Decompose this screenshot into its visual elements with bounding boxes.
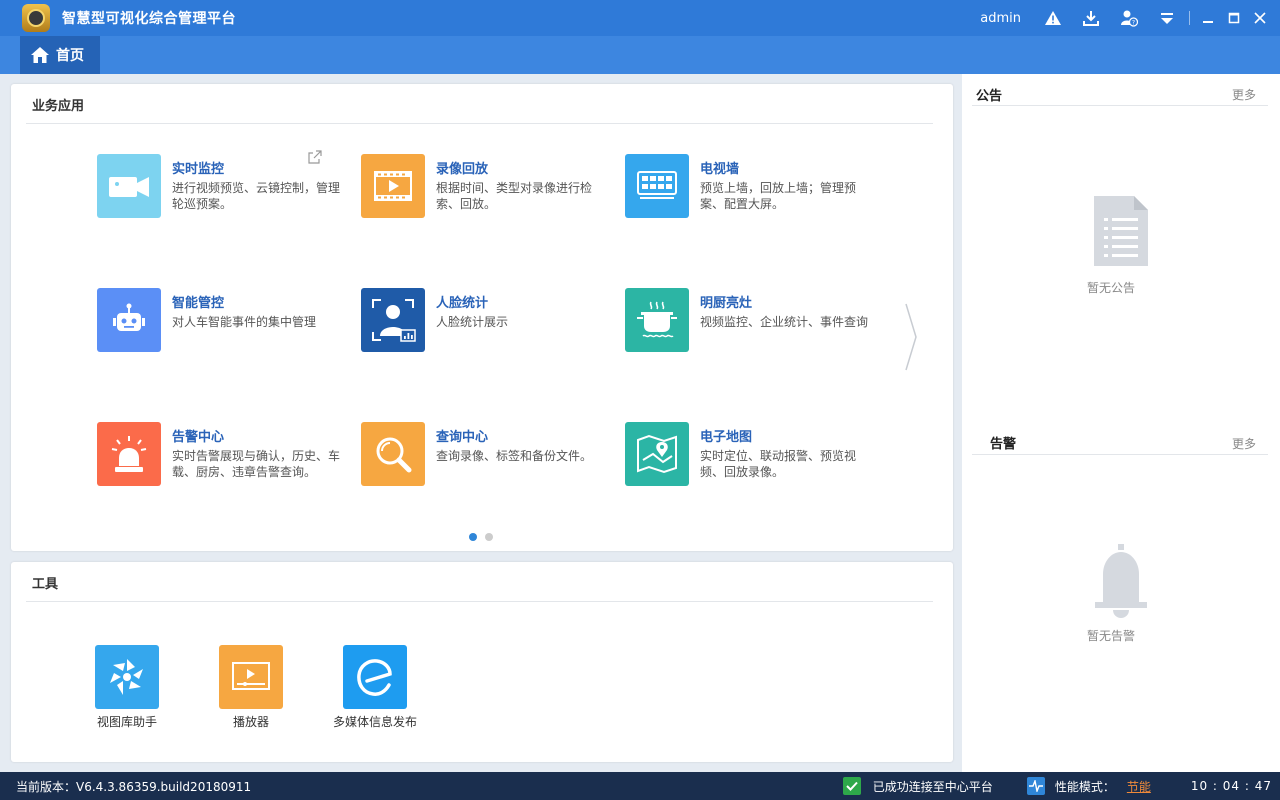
user-help-icon[interactable]: ? — [1119, 8, 1139, 28]
notice-empty-text: 暂无公告 — [1086, 281, 1135, 295]
app-desc: 根据时间、类型对录像进行检索、回放。 — [436, 181, 593, 211]
app-alarm-center[interactable]: 告警中心 实时告警展现与确认，历史、车载、厨房、违章告警查询。 — [97, 422, 347, 512]
external-link-icon[interactable] — [307, 149, 323, 165]
alarm-empty-text: 暂无告警 — [1086, 629, 1135, 643]
app-tv-wall[interactable]: 电视墙 预览上墙，回放上墙；管理预案、配置大屏。 — [625, 154, 875, 244]
tool-label: 视图库助手 — [96, 715, 157, 729]
magnifier-icon — [361, 422, 425, 486]
performance-icon — [1026, 777, 1045, 795]
home-icon — [31, 47, 49, 63]
app-desc: 进行视频预览、云镜控制，管理轮巡预案。 — [172, 181, 341, 211]
side-panel: 公告 更多 暂无公告 告警 更多 暂无告警 — [962, 74, 1280, 772]
app-desc: 实时定位、联动报警、预览视频、回放录像。 — [700, 449, 857, 479]
minimize-icon[interactable] — [1198, 8, 1218, 28]
alarm-light-icon — [97, 422, 161, 486]
tab-home[interactable]: 首页 — [20, 36, 100, 74]
app-name: 明厨亮灶 — [700, 296, 753, 311]
camera-icon — [97, 154, 161, 218]
perf-mode-link[interactable]: 节能 — [1127, 778, 1151, 795]
status-bar: 当前版本：V6.4.3.86359.build20180911 已成功连接至中心… — [0, 772, 1280, 800]
app-name: 查询中心 — [436, 430, 489, 445]
app-name: 电子地图 — [700, 430, 753, 445]
app-face-stats[interactable]: 人脸统计 人脸统计展示 — [361, 288, 611, 378]
connection-status: 已成功连接至中心平台 — [872, 779, 993, 794]
user-name[interactable]: admin — [980, 11, 1021, 26]
page-dot-1[interactable] — [469, 533, 477, 541]
titlebar-separator — [1189, 11, 1190, 25]
notice-more-link[interactable]: 更多 — [1232, 86, 1256, 103]
download-icon[interactable] — [1081, 8, 1101, 28]
title-bar: 智慧型可视化综合管理平台 admin ? — [0, 0, 1280, 36]
app-e-map[interactable]: 电子地图 实时定位、联动报警、预览视频、回放录像。 — [625, 422, 875, 512]
app-desc: 实时告警展现与确认，历史、车载、厨房、违章告警查询。 — [172, 449, 341, 479]
close-icon[interactable] — [1250, 8, 1270, 28]
tool-view-library[interactable]: 视图库助手 — [77, 645, 177, 735]
page-indicator — [469, 533, 501, 541]
check-icon — [842, 777, 861, 795]
tool-player[interactable]: 播放器 — [201, 645, 301, 735]
app-name: 人脸统计 — [436, 296, 489, 311]
tool-media-publish[interactable]: 多媒体信息发布 — [325, 645, 425, 735]
app-name: 智能管控 — [172, 296, 225, 311]
business-divider — [26, 123, 933, 124]
app-name: 告警中心 — [172, 430, 225, 445]
app-name: 录像回放 — [436, 162, 489, 177]
bell-icon — [1093, 544, 1149, 624]
page-dot-2[interactable] — [485, 533, 493, 541]
app-query-center[interactable]: 查询中心 查询录像、标签和备份文件。 — [361, 422, 611, 512]
flower-icon — [95, 645, 159, 709]
tool-label: 多媒体信息发布 — [332, 715, 417, 729]
player-icon — [219, 645, 283, 709]
tv-wall-icon — [625, 154, 689, 218]
warning-icon[interactable] — [1043, 8, 1063, 28]
next-page-arrow-icon[interactable] — [904, 302, 918, 372]
perf-mode-label: 性能模式： — [1054, 779, 1115, 794]
app-desc: 查询录像、标签和备份文件。 — [436, 449, 593, 463]
nav-bar: 首页 — [0, 36, 1280, 74]
app-desc: 预览上墙，回放上墙；管理预案、配置大屏。 — [700, 181, 857, 211]
robot-icon — [97, 288, 161, 352]
app-desc: 视频监控、企业统计、事件查询 — [700, 315, 869, 329]
business-title: 业务应用 — [32, 99, 85, 114]
app-realtime-monitor[interactable]: 实时监控 进行视频预览、云镜控制，管理轮巡预案。 — [97, 150, 347, 244]
app-logo — [22, 4, 50, 32]
app-desc: 对人车智能事件的集中管理 — [172, 315, 317, 329]
notice-divider — [972, 105, 1268, 106]
clock: 10 : 04 : 47 — [1190, 779, 1272, 793]
alarm-title: 告警 — [990, 437, 1017, 452]
media-publish-icon — [343, 645, 407, 709]
tools-title: 工具 — [32, 577, 59, 592]
svg-text:?: ? — [1132, 20, 1135, 27]
app-bright-kitchen[interactable]: 明厨亮灶 视频监控、企业统计、事件查询 — [625, 288, 875, 378]
business-panel: 业务应用 实时监控 进行视频预览、云镜控制，管理轮巡预案。 录像回放 根据时间、… — [11, 84, 953, 551]
document-icon — [1092, 194, 1150, 272]
video-playback-icon — [361, 154, 425, 218]
menu-dropdown-icon[interactable] — [1157, 8, 1177, 28]
kitchen-pot-icon — [625, 288, 689, 352]
face-stats-icon — [361, 288, 425, 352]
tools-divider — [26, 601, 933, 602]
app-smart-control[interactable]: 智能管控 对人车智能事件的集中管理 — [97, 288, 347, 378]
notice-title: 公告 — [976, 89, 1003, 104]
map-icon — [625, 422, 689, 486]
maximize-icon[interactable] — [1224, 8, 1244, 28]
alarm-more-link[interactable]: 更多 — [1232, 435, 1256, 452]
app-name: 实时监控 — [172, 162, 225, 177]
app-video-playback[interactable]: 录像回放 根据时间、类型对录像进行检索、回放。 — [361, 154, 611, 244]
app-name: 电视墙 — [700, 162, 740, 177]
alarm-divider — [972, 454, 1268, 455]
tools-panel: 工具 视图库助手 播放器 多媒体信息发布 — [11, 562, 953, 762]
app-title: 智慧型可视化综合管理平台 — [62, 11, 236, 27]
tab-home-label: 首页 — [56, 48, 84, 64]
tool-label: 播放器 — [232, 715, 269, 729]
app-desc: 人脸统计展示 — [436, 315, 509, 329]
version-text: 当前版本：V6.4.3.86359.build20180911 — [16, 779, 252, 794]
